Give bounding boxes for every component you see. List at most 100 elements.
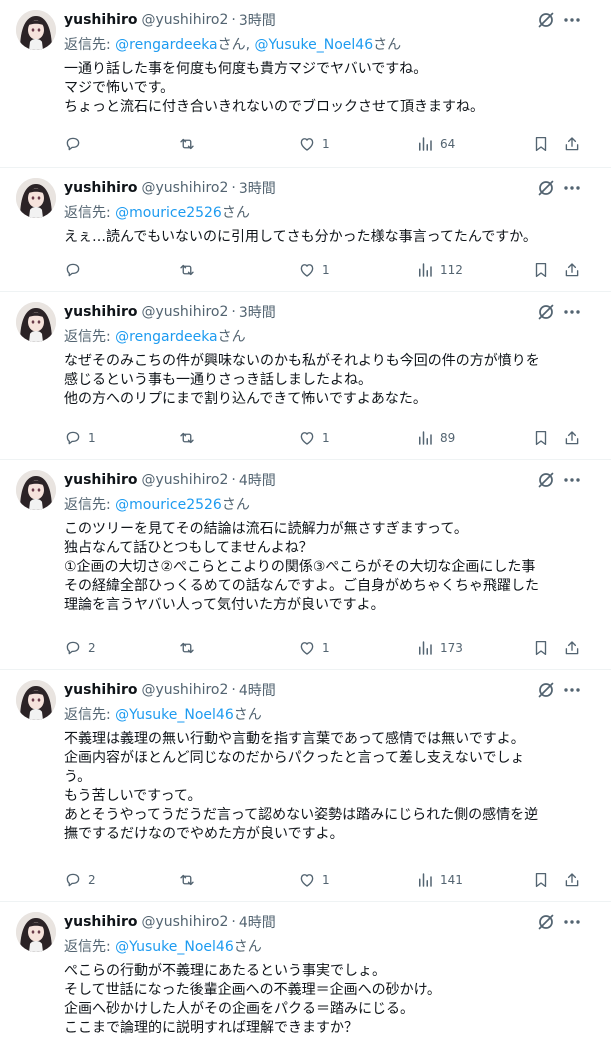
user-handle[interactable]: @yushihiro2: [141, 914, 228, 930]
more-options-icon[interactable]: [562, 178, 582, 198]
bookmark-button[interactable]: [532, 426, 550, 450]
reply-button[interactable]: [64, 132, 88, 156]
tweet[interactable]: yushihiro @yushihiro2 · 4時間 返信先: @Yusuke…: [0, 670, 611, 902]
share-button[interactable]: [563, 426, 581, 450]
avatar[interactable]: [16, 178, 56, 218]
mention-link[interactable]: @rengardeeka: [115, 37, 217, 53]
retweet-icon: [178, 429, 196, 447]
share-button[interactable]: [563, 636, 581, 660]
views-button[interactable]: 141: [416, 868, 463, 892]
views-count: 89: [440, 431, 456, 445]
views-button[interactable]: 64: [416, 132, 455, 156]
tweet[interactable]: yushihiro @yushihiro2 · 3時間 返信先: @rengar…: [0, 292, 611, 460]
share-button[interactable]: [563, 868, 581, 892]
timestamp[interactable]: 3時間: [239, 178, 276, 198]
avatar[interactable]: [16, 912, 56, 952]
reply-button[interactable]: 1: [64, 426, 96, 450]
tweet-text-line: ①企画の大切さ②ぺこらとこよりの関係③ぺこらがその大切な企画にした事: [64, 559, 536, 575]
tweet[interactable]: yushihiro @yushihiro2 · 3時間 返信先: @mouric…: [0, 168, 611, 292]
heart-icon: [298, 639, 316, 657]
user-handle[interactable]: @yushihiro2: [141, 682, 228, 698]
bookmark-button[interactable]: [532, 636, 550, 660]
like-button[interactable]: 1: [298, 132, 330, 156]
avatar[interactable]: [16, 10, 56, 50]
grok-icon[interactable]: [536, 10, 556, 30]
reply-button[interactable]: [64, 258, 88, 282]
display-name[interactable]: yushihiro: [64, 12, 137, 28]
timestamp[interactable]: 3時間: [239, 10, 276, 30]
grok-icon[interactable]: [536, 680, 556, 700]
like-button[interactable]: 1: [298, 426, 330, 450]
retweet-button[interactable]: [178, 258, 202, 282]
tweet[interactable]: yushihiro @yushihiro2 · 4時間 返信先: @Yusuke…: [0, 902, 611, 1039]
user-handle[interactable]: @yushihiro2: [141, 304, 228, 320]
views-button[interactable]: 112: [416, 258, 463, 282]
tweet-text: このツリーを見てその結論は流石に読解力が無さすぎますって。 独占なんて話ひとつも…: [64, 520, 594, 615]
more-options-icon[interactable]: [562, 470, 582, 490]
more-options-icon[interactable]: [562, 10, 582, 30]
display-name[interactable]: yushihiro: [64, 304, 137, 320]
reply-icon: [64, 639, 82, 657]
views-button[interactable]: 89: [416, 426, 455, 450]
mention-suffix: さん: [373, 37, 402, 53]
bookmark-button[interactable]: [532, 132, 550, 156]
timestamp[interactable]: 4時間: [239, 912, 276, 932]
grok-icon[interactable]: [536, 302, 556, 322]
user-handle[interactable]: @yushihiro2: [141, 12, 228, 28]
grok-icon[interactable]: [536, 470, 556, 490]
separator-dot: ·: [231, 180, 236, 196]
mention-link[interactable]: @Yusuke_Noel46: [115, 707, 234, 723]
bookmark-button[interactable]: [532, 868, 550, 892]
tweet-text: ぺこらの行動が不義理にあたるという事実でしょ。 そして世話になった後輩企画への不…: [64, 962, 594, 1038]
display-name[interactable]: yushihiro: [64, 180, 137, 196]
tweet-text-line: マジで怖いです。: [64, 80, 175, 96]
retweet-button[interactable]: [178, 868, 202, 892]
heart-icon: [298, 429, 316, 447]
like-button[interactable]: 1: [298, 636, 330, 660]
separator-dot: ·: [231, 914, 236, 930]
more-options-icon[interactable]: [562, 912, 582, 932]
user-handle[interactable]: @yushihiro2: [141, 472, 228, 488]
like-button[interactable]: 1: [298, 258, 330, 282]
share-button[interactable]: [563, 132, 581, 156]
avatar[interactable]: [16, 470, 56, 510]
mention-link[interactable]: @mourice2526: [115, 205, 222, 221]
retweet-button[interactable]: [178, 132, 202, 156]
views-button[interactable]: 173: [416, 636, 463, 660]
user-handle[interactable]: @yushihiro2: [141, 180, 228, 196]
bookmark-button[interactable]: [532, 258, 550, 282]
like-button[interactable]: 1: [298, 868, 330, 892]
more-options-icon[interactable]: [562, 680, 582, 700]
mention-link[interactable]: @Yusuke_Noel46: [255, 37, 374, 53]
reply-button[interactable]: 2: [64, 636, 96, 660]
more-options-icon[interactable]: [562, 302, 582, 322]
timeline-feed: yushihiro @yushihiro2 · 3時間 返信先: @rengar…: [0, 0, 611, 1039]
reply-prefix: 返信先:: [64, 37, 116, 53]
separator-dot: ·: [231, 12, 236, 28]
tweet-header: yushihiro @yushihiro2 · 4時間: [64, 680, 276, 700]
action-bar: 1 64: [58, 132, 588, 156]
reply-button[interactable]: 2: [64, 868, 96, 892]
tweet[interactable]: yushihiro @yushihiro2 · 4時間 返信先: @mouric…: [0, 460, 611, 670]
timestamp[interactable]: 4時間: [239, 470, 276, 490]
tweet-text-line: そして世話になった後輩企画への不義理＝企画への砂かけ。: [64, 982, 441, 998]
display-name[interactable]: yushihiro: [64, 682, 137, 698]
timestamp[interactable]: 4時間: [239, 680, 276, 700]
timestamp[interactable]: 3時間: [239, 302, 276, 322]
mention-link[interactable]: @rengardeeka: [115, 329, 217, 345]
tweet-text-line: 理論を言うヤバい人って気付いた方が良いですよ。: [64, 597, 385, 613]
mention-link[interactable]: @Yusuke_Noel46: [115, 939, 234, 955]
tweet-text-line: あとそうやってうだうだ言って認めない姿勢は踏みにじられた側の感情を逆: [64, 807, 539, 823]
tweet[interactable]: yushihiro @yushihiro2 · 3時間 返信先: @rengar…: [0, 0, 611, 168]
grok-icon[interactable]: [536, 912, 556, 932]
grok-icon[interactable]: [536, 178, 556, 198]
retweet-button[interactable]: [178, 636, 202, 660]
avatar[interactable]: [16, 302, 56, 342]
display-name[interactable]: yushihiro: [64, 914, 137, 930]
tweet-text-line: 撫でするだけなのでやめた方が良いですよ。: [64, 826, 344, 842]
share-button[interactable]: [563, 258, 581, 282]
retweet-button[interactable]: [178, 426, 202, 450]
avatar[interactable]: [16, 680, 56, 720]
display-name[interactable]: yushihiro: [64, 472, 137, 488]
mention-link[interactable]: @mourice2526: [115, 497, 222, 513]
